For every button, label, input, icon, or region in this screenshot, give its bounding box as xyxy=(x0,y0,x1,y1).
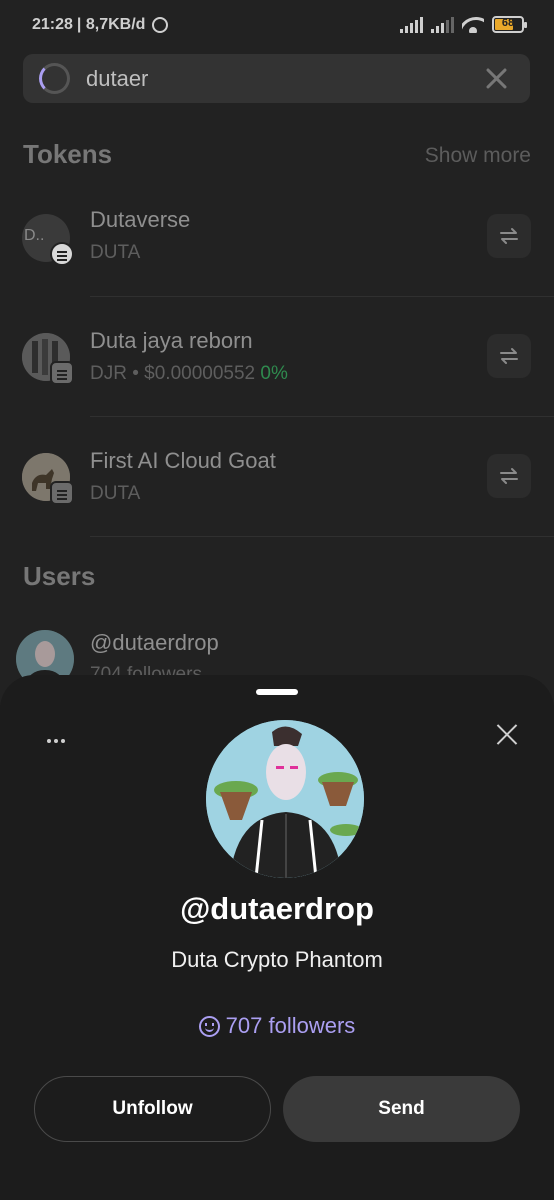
status-network-speed: | 8,7KB/d xyxy=(76,16,146,33)
more-options-icon[interactable] xyxy=(47,739,65,743)
token-row[interactable]: First AI Cloud Goat DUTA xyxy=(0,417,554,537)
search-input[interactable]: dutaer xyxy=(86,66,148,92)
sheet-drag-handle[interactable] xyxy=(256,689,298,695)
token-price: • $0.00000552 xyxy=(126,363,261,384)
signal-icon xyxy=(400,17,423,33)
profile-display-name: Duta Crypto Phantom xyxy=(171,947,383,972)
clear-search-icon[interactable] xyxy=(484,66,508,90)
send-button[interactable]: Send xyxy=(283,1076,520,1142)
tokens-section-title: Tokens xyxy=(23,139,113,169)
battery-level: 68 xyxy=(501,17,515,29)
profile-avatar-image xyxy=(206,720,364,878)
token-name: Dutaverse xyxy=(90,207,191,232)
profile-bottom-sheet: @dutaerdrop Duta Crypto Phantom 707 foll… xyxy=(0,675,554,1200)
wifi-icon xyxy=(462,15,484,33)
swap-button[interactable] xyxy=(487,454,531,498)
search-bar[interactable]: dutaer xyxy=(23,54,530,103)
token-symbol-text: DUTA xyxy=(90,242,141,263)
chain-badge-icon xyxy=(50,242,74,266)
battery-icon: 68 xyxy=(492,16,527,33)
users-section-title: Users xyxy=(23,561,96,591)
swap-button[interactable] xyxy=(487,214,531,258)
swap-icon xyxy=(500,348,518,364)
token-symbol-text: DJR xyxy=(90,363,127,384)
close-icon[interactable] xyxy=(496,723,518,745)
token-details: DJR • $0.00000552 0% xyxy=(90,363,288,385)
token-name: Duta jaya reborn xyxy=(90,328,253,353)
token-symbol-text: DUTA xyxy=(90,483,141,504)
show-more-link[interactable]: Show more xyxy=(425,144,531,168)
profile-avatar xyxy=(206,720,364,878)
token-avatar xyxy=(22,453,74,505)
chain-badge-icon xyxy=(50,361,74,385)
token-symbol: DUTA xyxy=(90,483,140,505)
row-divider xyxy=(90,536,554,537)
signal-icon-2 xyxy=(431,17,454,33)
status-left: 21:28 | 8,7KB/d xyxy=(32,16,169,34)
status-bar: 21:28 | 8,7KB/d 68 xyxy=(0,0,554,52)
token-change: 0% xyxy=(260,363,288,384)
status-time: 21:28 xyxy=(32,16,73,33)
token-avatar: D.. xyxy=(22,214,74,266)
token-row[interactable]: D.. Dutaverse DUTA xyxy=(0,178,554,298)
token-avatar-text: D.. xyxy=(24,227,45,244)
loading-spinner-icon xyxy=(39,63,70,94)
chain-badge-icon xyxy=(50,481,74,505)
swap-icon xyxy=(500,228,518,244)
token-row[interactable]: Duta jaya reborn DJR • $0.00000552 0% xyxy=(0,297,554,417)
unfollow-button[interactable]: Unfollow xyxy=(34,1076,271,1142)
smile-icon xyxy=(198,1015,220,1037)
status-right: 68 xyxy=(400,15,527,33)
followers-link[interactable]: 707 followers xyxy=(0,1013,554,1039)
swap-icon xyxy=(500,468,518,484)
profile-handle: @dutaerdrop xyxy=(180,891,374,926)
token-avatar xyxy=(22,333,74,385)
token-symbol: DUTA xyxy=(90,242,140,264)
swap-button[interactable] xyxy=(487,334,531,378)
followers-count: 707 followers xyxy=(225,1013,356,1038)
user-handle[interactable]: @dutaerdrop xyxy=(90,630,219,656)
alarm-icon xyxy=(152,17,169,33)
token-name: First AI Cloud Goat xyxy=(90,448,276,473)
search-results-screen: 21:28 | 8,7KB/d 68 dutaer Tokens Show mo… xyxy=(0,0,554,1200)
